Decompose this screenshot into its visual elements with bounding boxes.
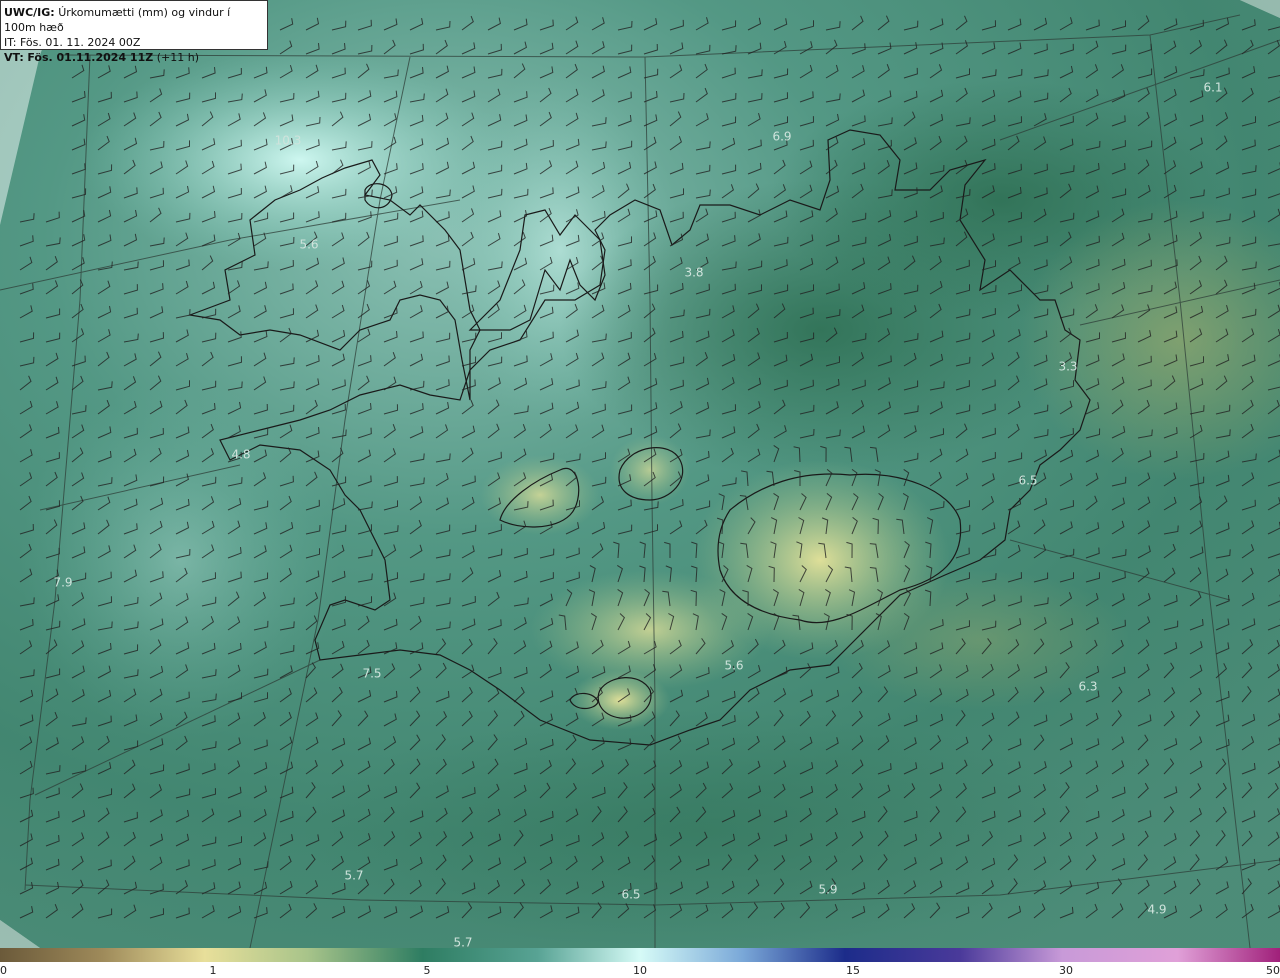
colorbar-tick-label: 0 <box>0 964 7 977</box>
precip-value-label: 3.3 <box>1058 360 1077 374</box>
init-time: Fös. 01. 11. 2024 00Z <box>19 36 141 49</box>
precip-value-label: 5.6 <box>724 659 743 673</box>
product-code: UWC/IG: <box>4 6 55 19</box>
precip-value-label: 7.9 <box>53 576 72 590</box>
precip-value-label: 10.3 <box>275 134 302 148</box>
precip-value-label: 4.9 <box>1147 903 1166 917</box>
init-prefix: IT: <box>4 36 17 49</box>
precip-value-label: 4.8 <box>231 448 250 462</box>
precip-value-label: 5.7 <box>453 936 472 949</box>
precip-value-label: 6.5 <box>621 888 640 902</box>
precip-value-label: 7.5 <box>362 667 381 681</box>
precip-value-label: 5.9 <box>818 883 837 897</box>
precip-value-label: 5.7 <box>344 869 363 883</box>
colorbar-tick-label: 50 <box>1266 964 1280 977</box>
precip-value-label: 6.3 <box>1078 680 1097 694</box>
valid-prefix: VT: <box>4 51 24 64</box>
colorbar-tick-label: 10 <box>633 964 647 977</box>
precip-value-label: 6.5 <box>1018 474 1037 488</box>
colorbar-tick-label: 5 <box>423 964 431 977</box>
init-time-line: IT: Fös. 01. 11. 2024 00Z <box>4 35 263 50</box>
colorbar-labels: 0 1 5 10 15 30 50 <box>0 962 1280 978</box>
precipitation-map: 10.3 6.9 6.1 5.6 3.8 3.3 4.8 6.5 7.9 7.5 5.6 6.3 5.7… <box>0 0 1280 948</box>
precip-value-label: 6.1 <box>1203 81 1222 95</box>
precip-value-label: 6.9 <box>772 130 791 144</box>
colorbar-strip <box>0 948 1280 962</box>
colorbar-tick-label: 15 <box>846 964 860 977</box>
precip-value-label: 5.6 <box>299 238 318 252</box>
map-header: UWC/IG: Úrkomumætti (mm) og vindur í 100… <box>0 0 268 64</box>
title-line: UWC/IG: Úrkomumætti (mm) og vindur í 100… <box>4 5 263 35</box>
colorbar-tick-label: 30 <box>1059 964 1073 977</box>
valid-time-line: VT: Fös. 01.11.2024 11Z (+11 h) <box>4 50 263 65</box>
colorbar: 0 1 5 10 15 30 50 <box>0 948 1280 978</box>
colorbar-tick-label: 1 <box>209 964 217 977</box>
precip-value-label: 3.8 <box>684 266 703 280</box>
valid-time: Fös. 01.11.2024 11Z <box>27 51 154 64</box>
valid-offset: (+11 h) <box>156 51 199 64</box>
